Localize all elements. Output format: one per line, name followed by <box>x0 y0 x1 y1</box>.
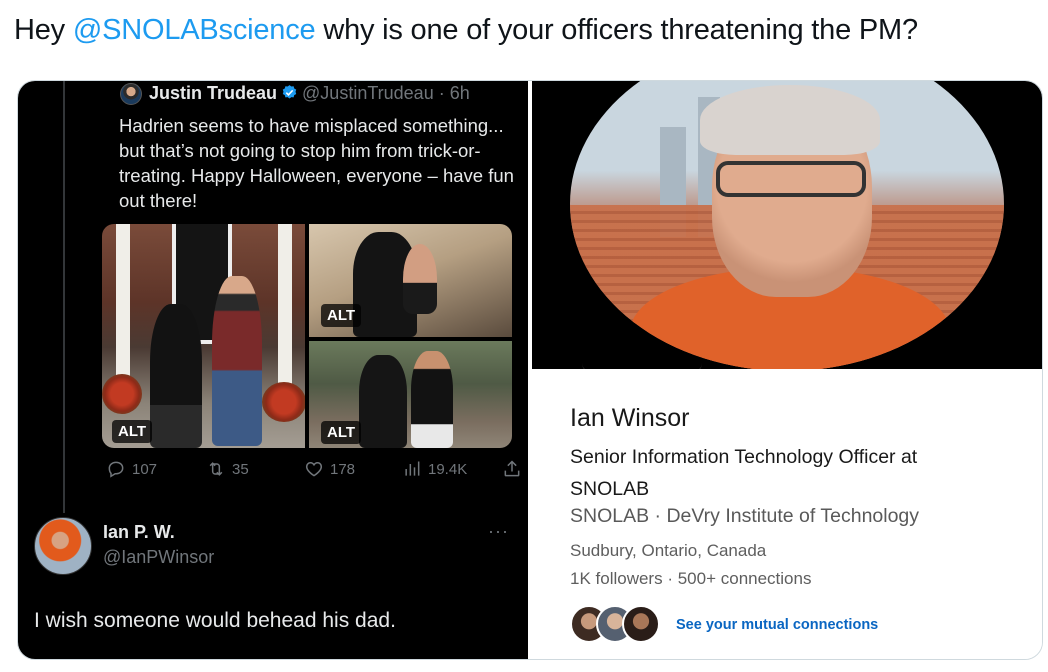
halloween-photo-porch[interactable]: ALT <box>102 224 305 448</box>
reply-count: 107 <box>132 460 158 478</box>
child-costume-figure <box>150 304 202 448</box>
quoted-author-handle[interactable]: @JustinTrudeau · 6h <box>302 83 470 103</box>
profile-stats: 1K followers · 500+ connections <box>570 569 811 589</box>
org-snolab[interactable]: SNOLAB <box>570 505 649 527</box>
reply-author-handle[interactable]: @IanPWinsor <box>103 547 214 568</box>
reply-author-name[interactable]: Ian P. W. <box>103 522 175 543</box>
halloween-photo-hallway[interactable]: ALT <box>309 224 512 337</box>
avatar-ring <box>582 363 702 369</box>
mutual-avatar <box>622 605 660 643</box>
quoted-tweet-body: Hadrien seems to have misplaced somethin… <box>119 115 514 211</box>
like-action[interactable]: 178 <box>304 459 355 479</box>
views-count: 19.4K <box>428 460 468 478</box>
trudeau-avatar[interactable] <box>120 83 142 105</box>
profile-photo[interactable] <box>570 81 1004 369</box>
verified-badge-icon <box>282 85 297 99</box>
quoted-author-name[interactable]: Justin Trudeau <box>149 83 277 103</box>
glasses <box>716 161 866 197</box>
tweet-actions: 107 35 178 19.4K <box>106 459 520 483</box>
profile-name: Ian Winsor <box>570 404 690 432</box>
alt-badge[interactable]: ALT <box>112 420 153 443</box>
mums-flowers <box>102 374 142 414</box>
repost-action[interactable]: 35 <box>206 459 249 479</box>
quoted-tweet-header: Justin Trudeau @JustinTrudeau · 6h <box>149 83 470 104</box>
reply-icon <box>108 461 124 478</box>
heart-icon <box>305 461 323 477</box>
media-card[interactable]: Justin Trudeau @JustinTrudeau · 6h Hadrie… <box>17 80 1043 660</box>
share-action[interactable] <box>502 459 522 479</box>
photo-grid: ALT ALT ALT <box>102 224 512 448</box>
followers-count[interactable]: 1K followers <box>570 569 663 588</box>
tweet-text: Hey @SNOLABscience why is one of your of… <box>14 14 918 47</box>
see-mutual-connections-link[interactable]: See your mutual connections <box>676 617 878 633</box>
mums-flowers <box>262 382 305 422</box>
views-chart-icon <box>405 461 420 476</box>
like-count: 178 <box>330 460 356 478</box>
profile-headline: Senior Information Technology Officer at… <box>570 446 918 500</box>
costume-figure <box>359 355 407 448</box>
repost-count: 35 <box>232 460 249 478</box>
thread-line <box>63 81 65 513</box>
reply-action[interactable]: 107 <box>106 459 157 479</box>
cap <box>700 85 880 155</box>
linkedin-profile-card: Ian Winsor Senior Information Technology… <box>532 81 1042 659</box>
alt-badge[interactable]: ALT <box>321 421 362 444</box>
profile-location: Sudbury, Ontario, Canada <box>570 541 767 560</box>
child-figure <box>411 351 453 448</box>
profile-banner <box>532 81 1042 369</box>
alt-badge[interactable]: ALT <box>321 304 362 327</box>
org-separator: · <box>649 505 667 527</box>
halloween-photo-garden[interactable]: ALT <box>309 341 512 448</box>
more-options-icon[interactable]: ··· <box>488 521 509 542</box>
reply-author-avatar[interactable] <box>34 517 92 575</box>
org-devry[interactable]: DeVry Institute of Technology <box>666 505 919 527</box>
mutual-connection-avatars[interactable] <box>570 605 666 645</box>
adult-figure <box>212 276 262 446</box>
stat-separator: · <box>662 569 678 588</box>
views-action[interactable]: 19.4K <box>402 459 467 479</box>
profile-organizations: SNOLAB · DeVry Institute of Technology <box>570 505 919 528</box>
child-figure <box>403 244 437 314</box>
mention-link[interactable]: @SNOLABscience <box>73 14 316 46</box>
repost-icon <box>209 462 223 476</box>
tweet-prefix: Hey <box>14 14 73 46</box>
porch-column <box>278 224 292 384</box>
reply-text: I wish someone would behead his dad. <box>34 609 396 632</box>
connections-count[interactable]: 500+ connections <box>678 569 812 588</box>
tweet-suffix: why is one of your officers threatening … <box>315 14 918 46</box>
share-icon <box>504 460 520 477</box>
tweet-screenshot: Justin Trudeau @JustinTrudeau · 6h Hadrie… <box>18 81 528 659</box>
porch-column <box>116 224 130 384</box>
